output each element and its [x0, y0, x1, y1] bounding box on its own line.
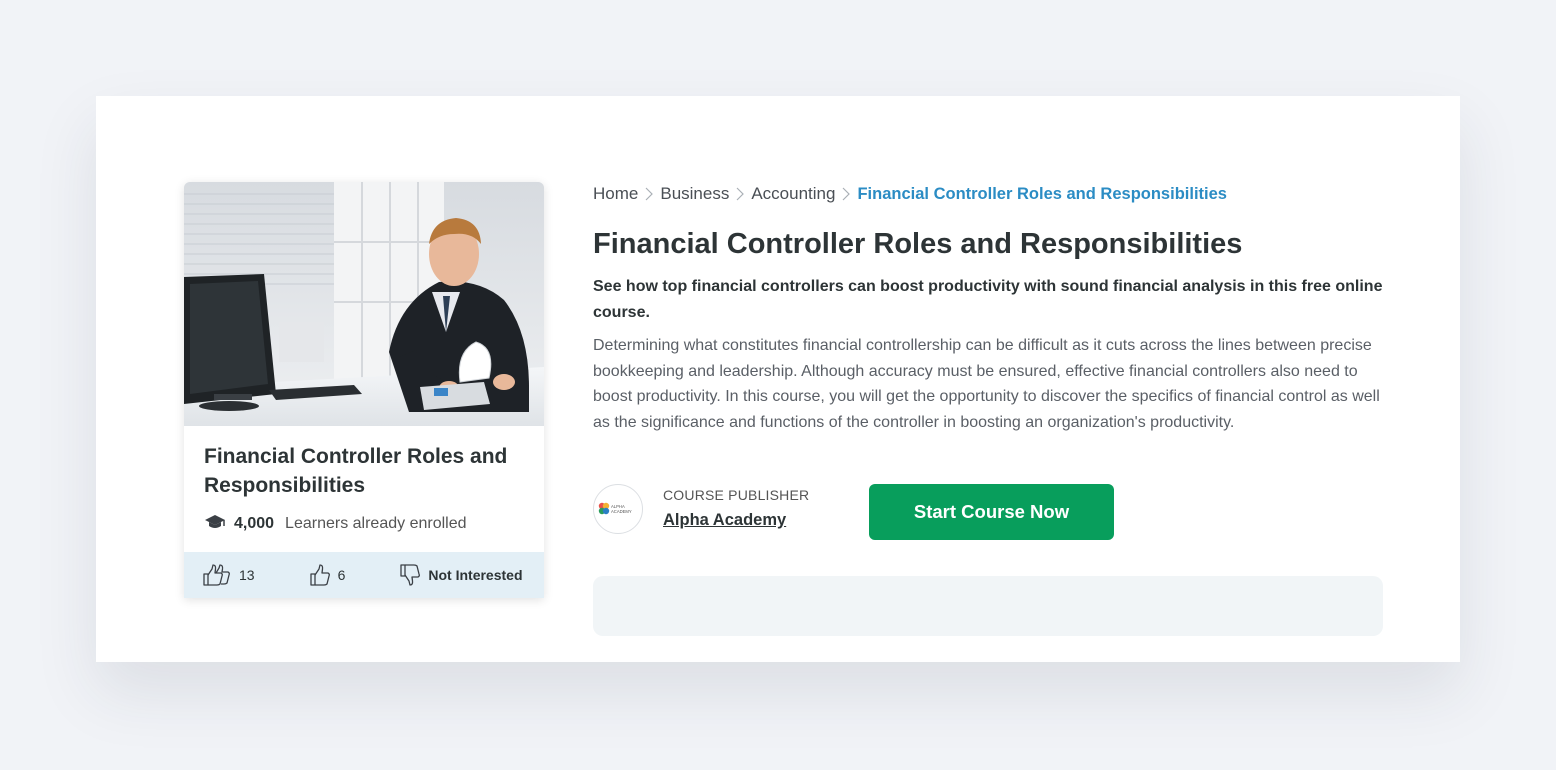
course-card: Financial Controller Roles and Responsib… — [184, 182, 544, 598]
chevron-right-icon — [645, 187, 654, 201]
alpha-academy-logo: ALPHA ACADEMY — [598, 502, 632, 515]
thumbs-down-icon — [399, 563, 421, 587]
card-course-title: Financial Controller Roles and Responsib… — [204, 445, 508, 497]
svg-text:ACADEMY: ACADEMY — [611, 509, 632, 514]
enrolled-text: Learners already enrolled — [285, 515, 467, 532]
double-thumbs-up-icon — [202, 563, 232, 587]
publisher-label: COURSE PUBLISHER — [663, 487, 810, 503]
not-interested-label: Not Interested — [428, 567, 523, 583]
course-header-panel: Financial Controller Roles and Responsib… — [96, 96, 1460, 662]
course-subtitle: See how top financial controllers can bo… — [593, 278, 1383, 321]
chevron-right-icon — [736, 187, 745, 201]
breadcrumb-current: Financial Controller Roles and Responsib… — [857, 184, 1227, 203]
course-image — [184, 182, 544, 426]
thumbs-up-button[interactable]: 6 — [309, 563, 346, 587]
chevron-right-icon — [842, 187, 851, 201]
like-button[interactable]: 13 — [202, 563, 255, 587]
breadcrumb-business[interactable]: Business — [660, 184, 729, 204]
course-photo — [184, 182, 544, 426]
page-title: Financial Controller Roles and Responsib… — [593, 228, 1243, 260]
enrolled-count: 4,000 — [234, 515, 275, 532]
breadcrumb-home[interactable]: Home — [593, 184, 638, 204]
enrolled-info: 4,000 Learners already enrolled — [204, 512, 534, 536]
thumbs-up-icon — [309, 563, 331, 587]
thumbs-up-count: 6 — [337, 567, 346, 583]
publisher-logo[interactable]: ALPHA ACADEMY — [593, 484, 643, 534]
card-feedback-bar: 13 6 Not Interested — [184, 552, 544, 598]
publisher-link[interactable]: Alpha Academy — [663, 511, 786, 530]
course-description: Determining what constitutes financial c… — [593, 337, 1380, 431]
course-info-box — [593, 576, 1383, 636]
breadcrumb: Home Business Accounting Financial Contr… — [593, 182, 1227, 206]
like-count: 13 — [239, 567, 255, 583]
start-course-button[interactable]: Start Course Now — [869, 484, 1114, 540]
graduation-cap-icon — [204, 513, 226, 536]
breadcrumb-accounting[interactable]: Accounting — [751, 184, 835, 204]
not-interested-button[interactable]: Not Interested — [399, 563, 523, 587]
